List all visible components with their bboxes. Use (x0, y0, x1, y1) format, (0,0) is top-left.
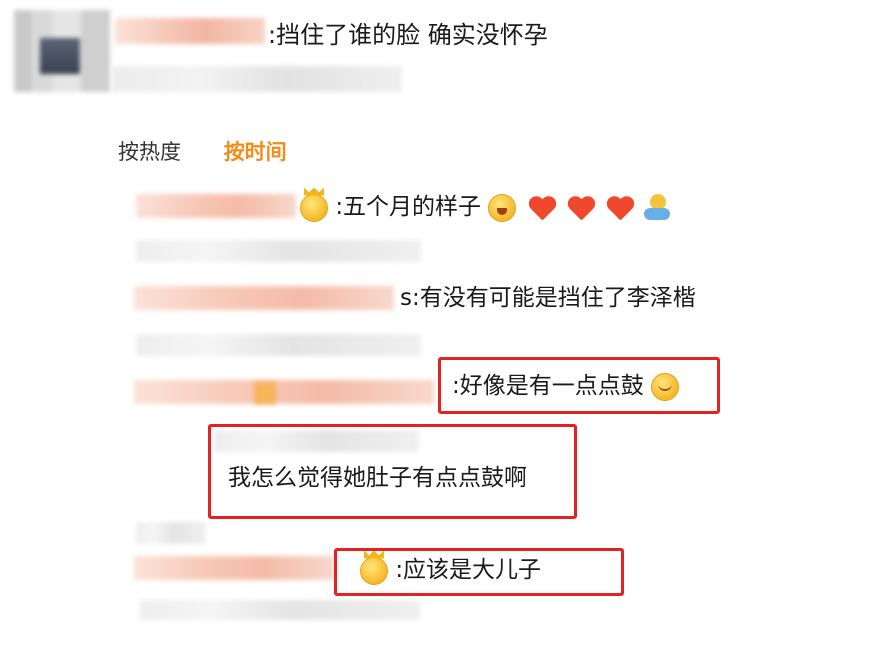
badge-blurred (254, 382, 276, 404)
tab-sort-by-hot[interactable]: 按热度 (118, 140, 181, 164)
commenter-name-blurred[interactable] (136, 194, 296, 218)
comment-text: :五个月的样子 (335, 194, 482, 220)
comment-row: :五个月的样子 (300, 192, 672, 222)
commenter-name-blurred[interactable] (134, 556, 334, 580)
post-author-name-blurred[interactable] (115, 18, 265, 44)
heart-icon (606, 195, 634, 221)
heart-icon (528, 195, 556, 221)
commenter-name-blurred[interactable] (134, 380, 434, 404)
hug-icon (642, 193, 672, 222)
comment-meta-blurred (136, 522, 206, 544)
comment-text: :好像是有一点点鼓 (452, 373, 644, 399)
smile-face-icon (651, 372, 680, 401)
comment-row: :好像是有一点点鼓 (452, 371, 680, 401)
cry-face-icon (488, 193, 517, 222)
tab-sort-by-time[interactable]: 按时间 (224, 140, 287, 164)
comment-meta-blurred (136, 334, 421, 356)
comment-meta-blurred (140, 600, 420, 620)
avatar-image (40, 38, 80, 74)
comment-row: :应该是大儿子 (360, 555, 541, 585)
crown-face-icon (360, 556, 388, 585)
post-meta-blurred (112, 66, 402, 92)
heart-icon (567, 195, 595, 221)
crown-face-icon (300, 193, 328, 222)
sort-tabs: 按热度 按时间 (118, 136, 287, 166)
comment-text: s:有没有可能是挡住了李泽楷 (400, 285, 696, 311)
comment-text: :应该是大儿子 (395, 557, 542, 583)
post-text: :挡住了谁的脸 确实没怀孕 (268, 21, 548, 49)
commenter-name-blurred[interactable] (134, 286, 394, 310)
comment-meta-blurred (136, 240, 421, 262)
comment-text: 我怎么觉得她肚子有点点鼓啊 (228, 465, 527, 491)
